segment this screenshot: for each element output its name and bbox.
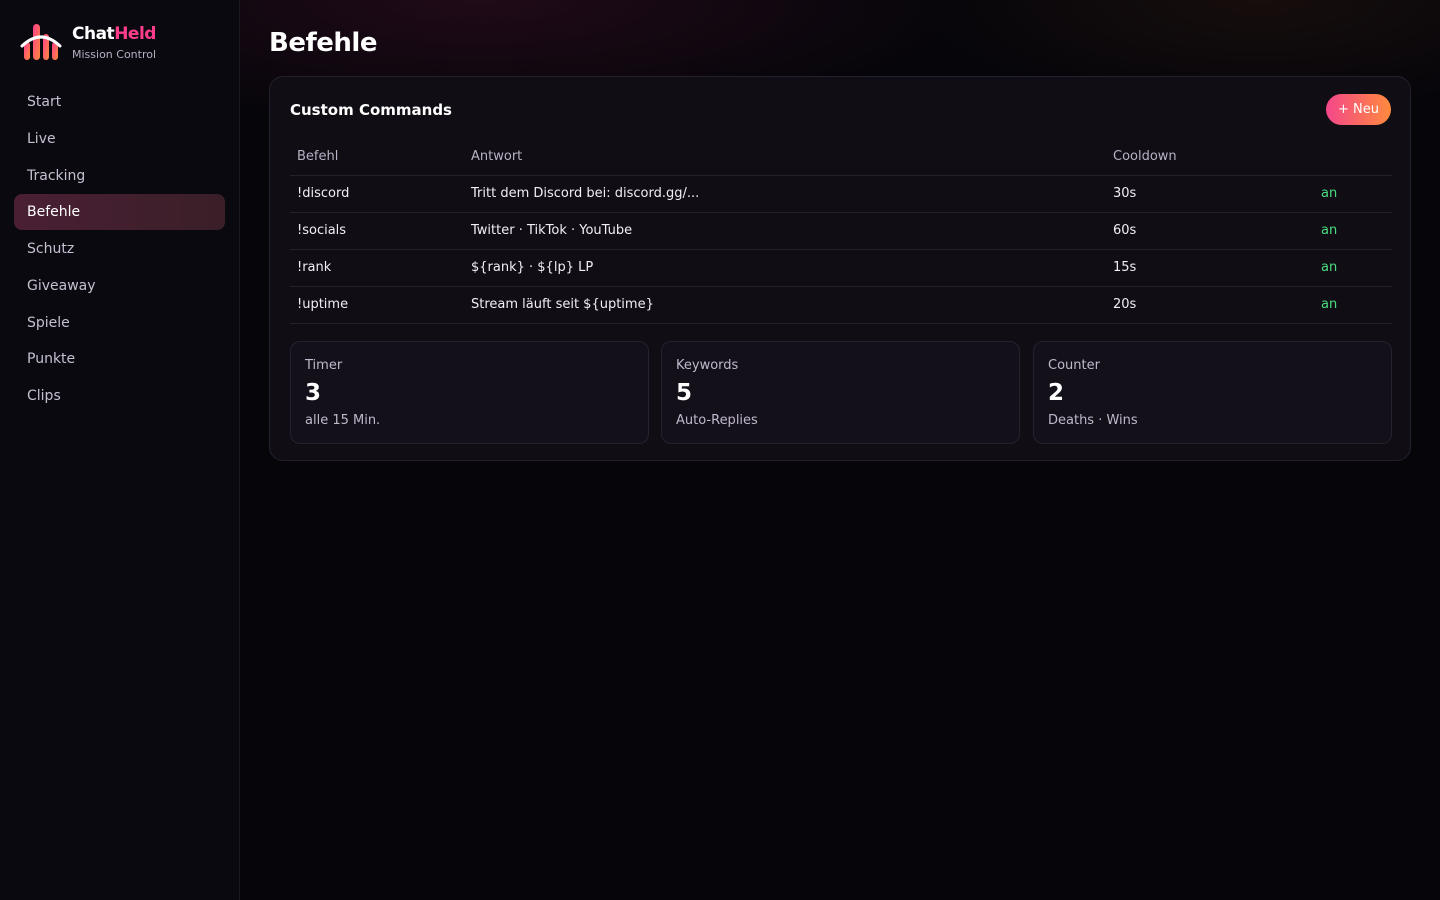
command-response: ${rank} · ${lp} LP	[464, 249, 1106, 287]
table-row[interactable]: !uptime Stream läuft seit ${uptime} 20s …	[290, 286, 1392, 324]
page-title: Befehle	[269, 28, 377, 58]
column-header-cooldown[interactable]: Cooldown	[1106, 139, 1314, 176]
column-header-antwort[interactable]: Antwort	[464, 139, 1106, 176]
command-name: !uptime	[290, 286, 464, 324]
command-cooldown: 30s	[1106, 175, 1314, 213]
custom-commands-card: Custom Commands + Neu Befehl Antwort Coo…	[269, 76, 1411, 461]
stat-value: 5	[676, 380, 693, 406]
command-status-toggle[interactable]: an	[1314, 286, 1392, 324]
table-row[interactable]: !discord Tritt dem Discord bei: discord.…	[290, 175, 1392, 213]
command-response: Tritt dem Discord bei: discord.gg/...	[464, 175, 1106, 213]
column-header-status	[1314, 139, 1392, 176]
chatheld-logo-icon	[20, 24, 62, 60]
commands-table: Befehl Antwort Cooldown !discord Tritt d…	[290, 139, 1392, 324]
command-cooldown: 15s	[1106, 249, 1314, 287]
sidebar-item-tracking[interactable]: Tracking	[14, 158, 225, 194]
table-row[interactable]: !rank ${rank} · ${lp} LP 15s an	[290, 249, 1392, 287]
brand-name: ChatHeld	[72, 24, 156, 44]
command-response: Twitter · TikTok · YouTube	[464, 212, 1106, 250]
brand-name-part1: Chat	[72, 24, 115, 44]
command-status-toggle[interactable]: an	[1314, 212, 1392, 250]
sidebar-nav: Start Live Tracking Befehle Schutz Givea…	[14, 84, 225, 415]
stats-row: Timer 3 alle 15 Min. Keywords 5 Auto-Rep…	[290, 341, 1392, 444]
sidebar-item-giveaway[interactable]: Giveaway	[14, 268, 225, 304]
command-name: !socials	[290, 212, 464, 250]
sidebar-item-schutz[interactable]: Schutz	[14, 231, 225, 267]
stat-subtitle: Deaths · Wins	[1048, 413, 1138, 428]
stat-card-keywords[interactable]: Keywords 5 Auto-Replies	[661, 341, 1020, 444]
stat-label: Keywords	[676, 358, 739, 373]
command-status-toggle[interactable]: an	[1314, 175, 1392, 213]
stat-subtitle: Auto-Replies	[676, 413, 758, 428]
stat-subtitle: alle 15 Min.	[305, 413, 381, 428]
main-content: Befehle Custom Commands + Neu Befehl Ant…	[240, 0, 1440, 900]
command-cooldown: 20s	[1106, 286, 1314, 324]
new-command-button[interactable]: + Neu	[1326, 94, 1391, 125]
stat-value: 2	[1048, 380, 1065, 406]
command-name: !rank	[290, 249, 464, 287]
sidebar: ChatHeld Mission Control Start Live Trac…	[0, 0, 240, 900]
table-header-row: Befehl Antwort Cooldown	[290, 139, 1392, 176]
sidebar-item-start[interactable]: Start	[14, 84, 225, 120]
command-status-toggle[interactable]: an	[1314, 249, 1392, 287]
sidebar-item-befehle[interactable]: Befehle	[14, 194, 225, 231]
command-name: !discord	[290, 175, 464, 213]
command-cooldown: 60s	[1106, 212, 1314, 250]
sidebar-item-live[interactable]: Live	[14, 121, 225, 157]
sidebar-item-spiele[interactable]: Spiele	[14, 305, 225, 341]
card-title: Custom Commands	[290, 101, 452, 119]
stat-value: 3	[305, 380, 322, 406]
sidebar-item-punkte[interactable]: Punkte	[14, 341, 225, 377]
brand-subtitle: Mission Control	[72, 48, 157, 61]
brand[interactable]: ChatHeld Mission Control	[20, 20, 220, 64]
command-response: Stream läuft seit ${uptime}	[464, 286, 1106, 324]
stat-label: Counter	[1048, 358, 1100, 373]
stat-card-timer[interactable]: Timer 3 alle 15 Min.	[290, 341, 649, 444]
table-row[interactable]: !socials Twitter · TikTok · YouTube 60s …	[290, 212, 1392, 250]
column-header-befehl[interactable]: Befehl	[290, 139, 464, 176]
stat-label: Timer	[305, 358, 343, 373]
brand-name-part2: Held	[114, 24, 156, 44]
stat-card-counter[interactable]: Counter 2 Deaths · Wins	[1033, 341, 1392, 444]
sidebar-item-clips[interactable]: Clips	[14, 378, 225, 414]
